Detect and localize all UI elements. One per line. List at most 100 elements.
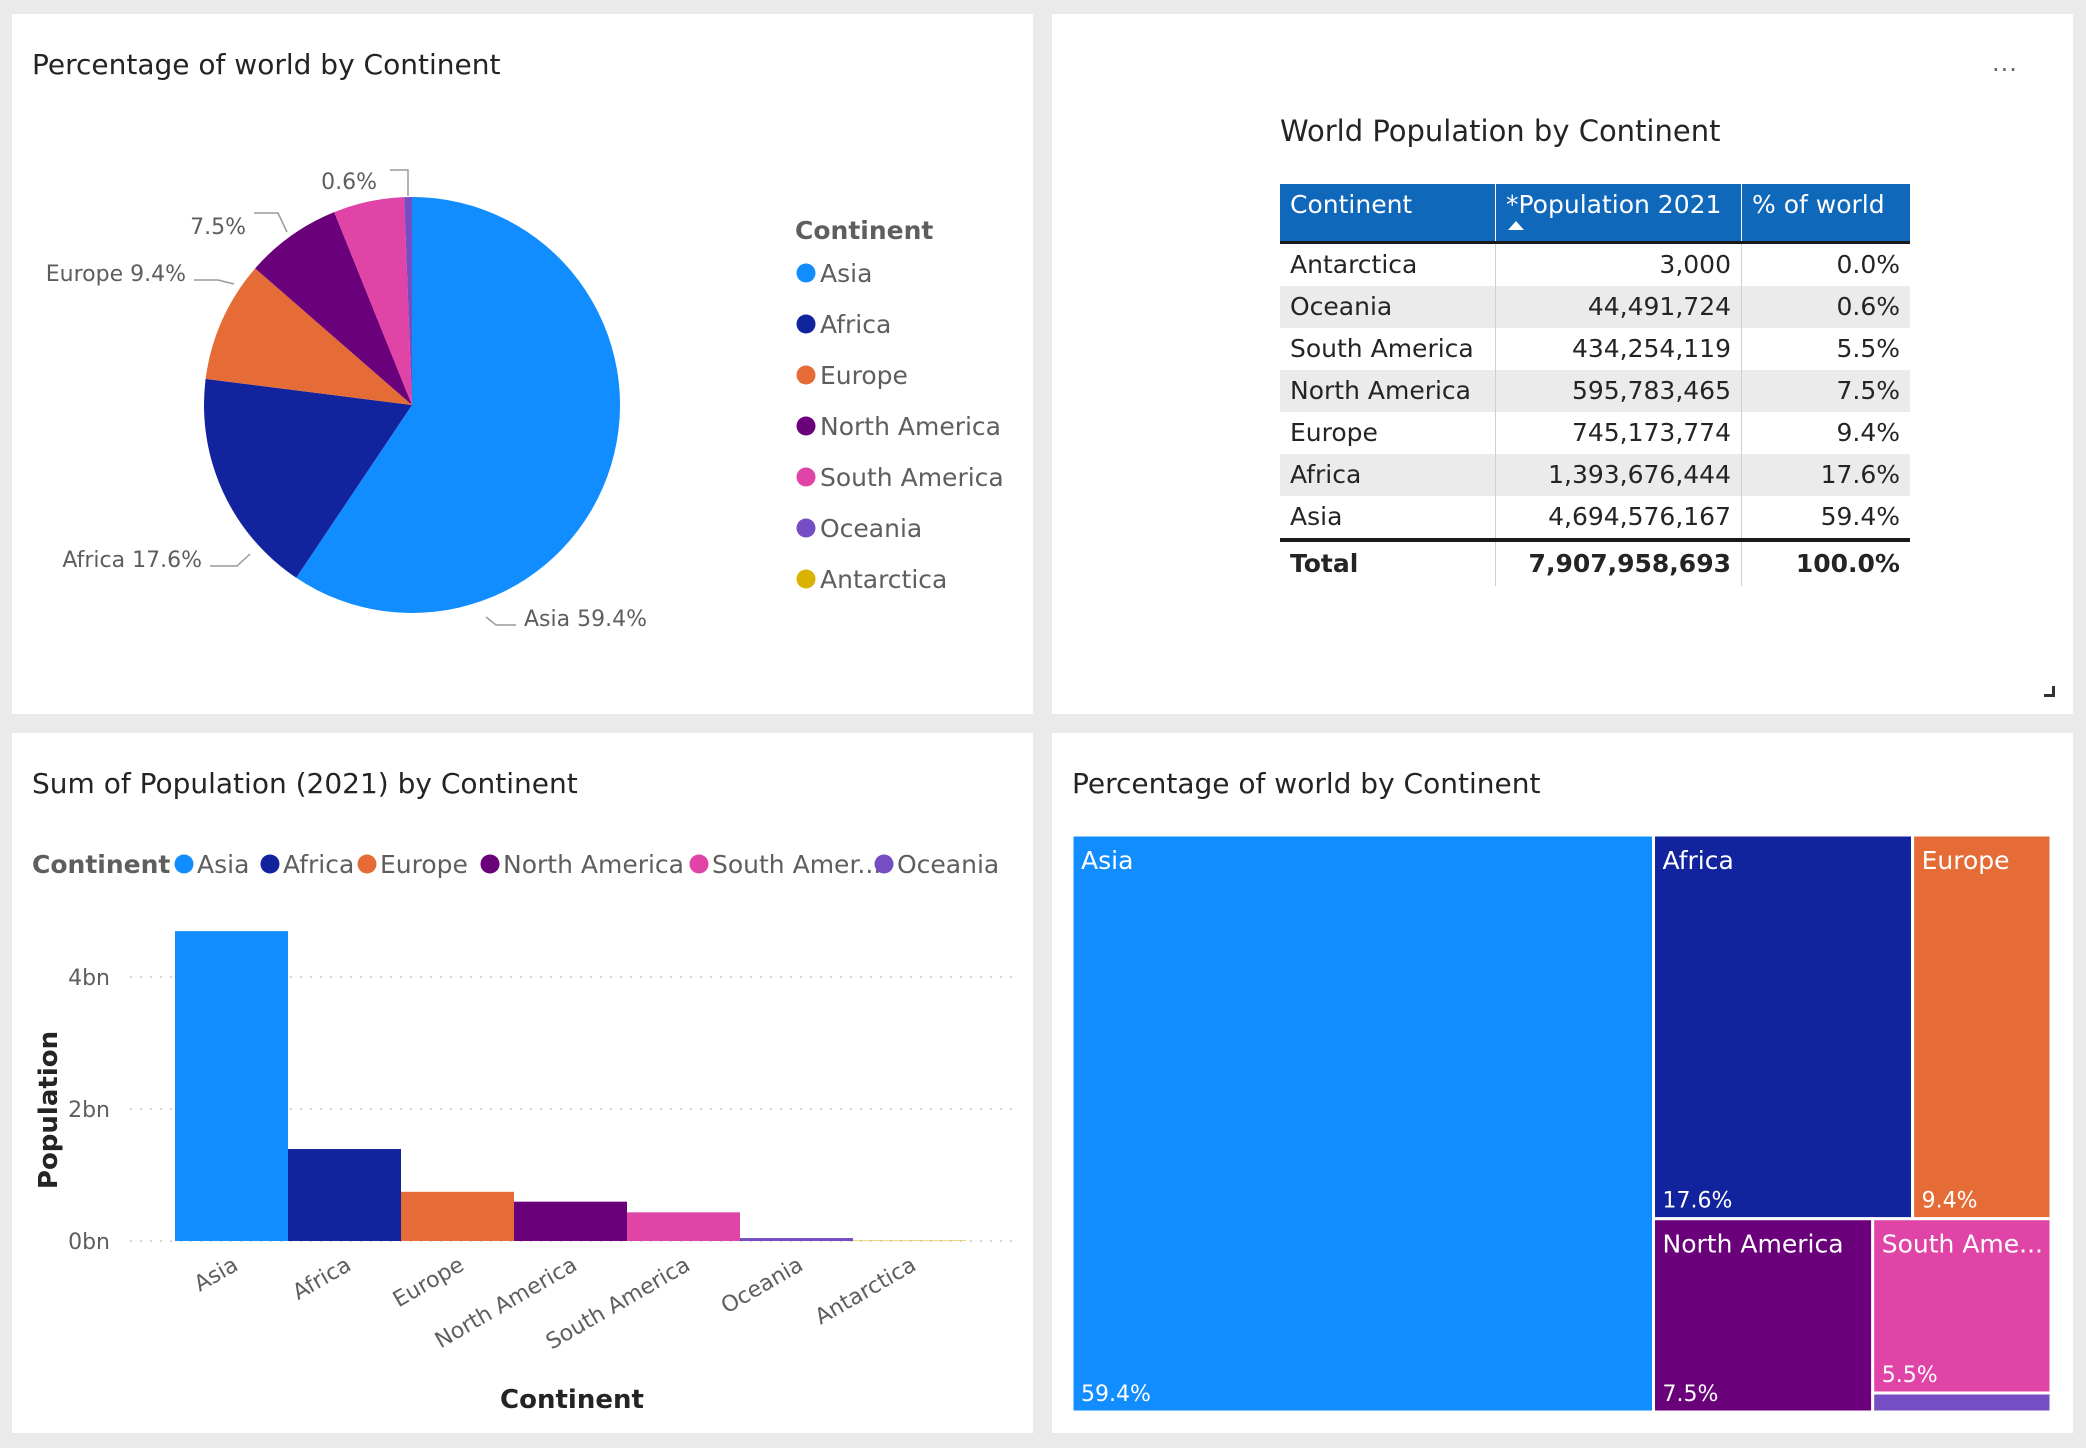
bar-chart: Continent Asia Africa Europe North America So… — [32, 850, 1012, 1415]
cell-continent: Africa — [1280, 453, 1496, 496]
legend-label-africa: Africa — [820, 310, 891, 339]
bar-legend-marker-oceania — [874, 854, 894, 874]
cell-continent: Europe — [1280, 411, 1496, 454]
x-tick-label: Antarctica — [811, 1253, 921, 1331]
legend-label-north-america: North America — [820, 412, 1001, 441]
total-label: Total — [1280, 537, 1496, 586]
bar-asia — [175, 931, 288, 1241]
leader-line-africa — [210, 553, 251, 567]
cell-continent: Asia — [1280, 495, 1496, 540]
pie-label-oceania: 0.6% — [321, 170, 377, 195]
legend-label-south-america: South America — [820, 463, 1004, 492]
cell-population: 745,173,774 — [1495, 411, 1742, 454]
bar-legend-label-north-america: North America — [503, 850, 684, 879]
column-header-continent[interactable]: Continent — [1280, 184, 1496, 242]
cell-population: 4,694,576,167 — [1495, 495, 1742, 540]
table-total-row: Total 7,907,958,693 100.0% — [1280, 537, 1910, 586]
column-header-percent[interactable]: % of world — [1741, 184, 1910, 242]
table-row[interactable]: Oceania 44,491,724 0.6% — [1280, 285, 1910, 328]
cell-percent: 0.0% — [1741, 240, 1910, 286]
treemap-chart: Asia 59.4% Africa 17.6% Europe 9.4% North Amer… — [1070, 833, 2053, 1414]
leader-line-oceania — [390, 169, 409, 196]
leader-line-north-america — [254, 212, 288, 233]
legend-label-antarctica: Antarctica — [820, 565, 947, 594]
treemap-value-south-america: 5.5% — [1882, 1363, 1938, 1388]
table-row[interactable]: Asia 4,694,576,167 59.4% — [1280, 495, 1910, 540]
x-tick-label: Oceania — [717, 1253, 807, 1320]
table-row[interactable]: Africa 1,393,676,444 17.6% — [1280, 453, 1910, 496]
treemap-panel[interactable]: Percentage of world by Continent Asia 59.… — [1052, 733, 2073, 1433]
total-percent: 100.0% — [1741, 537, 1910, 586]
treemap-value-africa: 17.6% — [1663, 1189, 1733, 1214]
column-header-population[interactable]: *Population 2021 — [1495, 184, 1742, 242]
table-row[interactable]: South America 434,254,119 5.5% — [1280, 327, 1910, 370]
bar-legend-label-oceania: Oceania — [897, 850, 999, 879]
pie-label-africa: Africa 17.6% — [62, 548, 202, 573]
x-tick-label: Europe — [389, 1253, 469, 1313]
bar-legend-marker-north-america — [480, 854, 500, 874]
treemap-label-south-america: South Ame... — [1882, 1230, 2043, 1259]
legend-label-asia: Asia — [820, 259, 872, 288]
treemap-label-asia: Asia — [1081, 846, 1133, 875]
treemap-label-europe: Europe — [1922, 846, 2010, 875]
y-tick-label: 2bn — [68, 1098, 110, 1123]
cell-population: 595,783,465 — [1495, 369, 1742, 412]
cell-percent: 17.6% — [1741, 453, 1910, 496]
bar-antarctica — [853, 1240, 966, 1241]
bar-legend-label-asia: Asia — [197, 850, 249, 879]
bar-europe — [401, 1191, 514, 1241]
bar-legend-label-africa: Africa — [283, 850, 354, 879]
legend-marker-antarctica — [796, 569, 816, 589]
y-tick-label: 4bn — [68, 966, 110, 991]
table-row[interactable]: Antarctica 3,000 0.0% — [1280, 240, 1910, 286]
treemap-label-north-america: North America — [1663, 1230, 1844, 1259]
x-axis-label: Continent — [500, 1385, 644, 1415]
pie-label-europe: Europe 9.4% — [46, 262, 186, 287]
treemap-label-africa: Africa — [1663, 846, 1734, 875]
pie-label-asia: Asia 59.4% — [524, 607, 647, 632]
table-panel[interactable]: ··· World Population by Continent Contin… — [1052, 14, 2073, 714]
cell-continent: South America — [1280, 327, 1496, 370]
cell-percent: 59.4% — [1820, 502, 1900, 531]
legend-label-oceania: Oceania — [820, 514, 922, 543]
treemap-value-europe: 9.4% — [1922, 1189, 1978, 1214]
bar-legend-label-europe: Europe — [380, 850, 468, 879]
bar-south-america — [627, 1212, 740, 1241]
treemap-tile-europe — [1911, 833, 2053, 1221]
bar-legend-marker-asia — [174, 854, 194, 874]
legend-marker-oceania — [796, 518, 816, 538]
table-row[interactable]: Europe 745,173,774 9.4% — [1280, 411, 1910, 454]
x-tick-label: Asia — [190, 1253, 242, 1298]
x-tick-label: Africa — [289, 1253, 356, 1306]
legend-marker-europe — [796, 365, 816, 385]
cell-population: 44,491,724 — [1495, 285, 1742, 328]
cell-percent: 0.6% — [1741, 285, 1910, 328]
more-options-icon[interactable]: ··· — [1992, 56, 2018, 84]
cell-continent: Antarctica — [1280, 240, 1496, 286]
y-tick-label: 0bn — [68, 1230, 110, 1255]
legend-marker-north-america — [796, 416, 816, 436]
legend-label-europe: Europe — [820, 361, 908, 390]
table-row[interactable]: North America 595,783,465 7.5% — [1280, 369, 1910, 412]
cell-population: 1,393,676,444 — [1495, 453, 1742, 496]
table-title: World Population by Continent — [1280, 114, 1721, 148]
cell-percent: 9.4% — [1836, 418, 1900, 447]
legend-marker-south-america — [796, 467, 816, 487]
bar-chart-panel[interactable]: Sum of Population (2021) by Continent Co… — [12, 733, 1033, 1433]
cell-population: 3,000 — [1495, 240, 1742, 286]
treemap-tile-asia — [1070, 833, 1656, 1414]
population-table: Continent *Population 2021 % of world An… — [1280, 184, 1910, 586]
bar-africa — [288, 1149, 401, 1241]
bar-north-america — [514, 1201, 627, 1241]
resize-handle-icon[interactable] — [2044, 686, 2055, 697]
treemap-value-asia: 59.4% — [1081, 1382, 1151, 1407]
column-header-population-label: *Population 2021 — [1506, 190, 1722, 219]
bar-oceania — [740, 1238, 853, 1241]
leader-line-asia — [485, 616, 516, 626]
legend-marker-africa — [796, 314, 816, 334]
pie-chart: Asia 59.4% Africa 17.6% Europe 9.4%7.5% 0.6… — [46, 169, 1004, 632]
pie-chart-panel[interactable]: Percentage of world by Continent Asia 59… — [12, 14, 1033, 714]
bar-legend-title: Continent — [32, 850, 170, 879]
cell-continent: North America — [1280, 369, 1496, 412]
cell-continent: Oceania — [1280, 285, 1496, 328]
